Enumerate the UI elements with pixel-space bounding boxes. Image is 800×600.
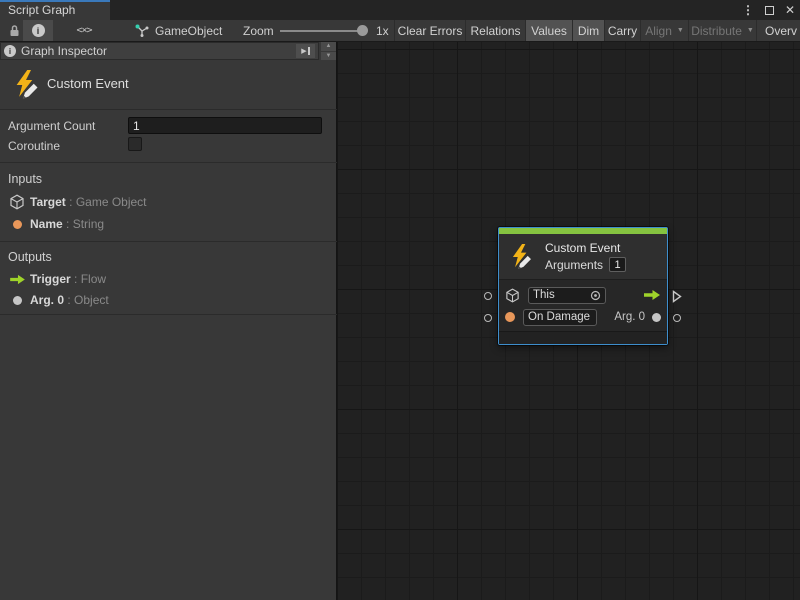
- output-port-arg0: Arg. 0 : Object: [0, 291, 337, 309]
- flow-arrow-icon: [9, 274, 26, 285]
- unit-settings-section: Argument Count Coroutine: [0, 110, 337, 163]
- object-picker-icon[interactable]: [590, 290, 601, 301]
- code-icon: <×>: [76, 25, 91, 36]
- window-controls: ⋮ ✕: [742, 0, 795, 20]
- event-name-field[interactable]: On Damage: [523, 309, 597, 326]
- lock-button[interactable]: [5, 20, 23, 41]
- node-title: Custom Event: [545, 241, 626, 255]
- node-footer: [499, 331, 667, 344]
- input-port-target: Target : Game Object: [0, 193, 337, 211]
- trigger-output-connector[interactable]: [672, 290, 682, 303]
- gameobject-icon: [135, 23, 149, 38]
- custom-event-icon: [508, 243, 534, 271]
- lock-icon: [8, 24, 21, 38]
- argument-count-label: Argument Count: [8, 119, 95, 133]
- scroll-up-button[interactable]: ▲: [321, 42, 336, 51]
- tab-bar: Script Graph ⋮ ✕: [0, 0, 800, 20]
- string-port-icon: [13, 220, 22, 229]
- script-graph-window: Script Graph ⋮ ✕ i <×>: [0, 0, 800, 600]
- arg0-port-icon: [652, 313, 661, 322]
- arg0-label: Arg. 0: [614, 311, 645, 323]
- node-header[interactable]: Custom Event Arguments 1: [499, 234, 667, 279]
- relations-button[interactable]: Relations: [465, 20, 525, 41]
- custom-event-icon: [11, 69, 41, 101]
- align-dropdown-button[interactable]: Align ▼: [640, 20, 688, 41]
- close-icon[interactable]: ✕: [785, 4, 795, 16]
- string-port-icon: [505, 312, 515, 322]
- input-port-target-connector[interactable]: [484, 292, 492, 300]
- arguments-value-box[interactable]: 1: [609, 257, 626, 272]
- values-toggle-button[interactable]: Values: [525, 20, 572, 41]
- outputs-section: Outputs Trigger : Flow Arg. 0 : Object: [0, 242, 337, 315]
- output-port-trigger: Trigger : Flow: [0, 270, 337, 288]
- inspector-header: i Graph Inspector ▶: [0, 42, 319, 60]
- scroll-down-button[interactable]: ▼: [321, 52, 336, 61]
- clear-errors-button[interactable]: Clear Errors: [394, 20, 465, 41]
- target-field[interactable]: This: [528, 287, 606, 304]
- unit-header-section: Custom Event: [0, 60, 337, 110]
- gameobject-reference[interactable]: GameObject: [133, 20, 224, 41]
- inputs-title: Inputs: [8, 172, 42, 186]
- coroutine-checkbox[interactable]: [128, 137, 142, 151]
- chevron-down-icon: ▼: [747, 27, 754, 34]
- node-body: This On Damage: [499, 279, 667, 331]
- node-row-target: This: [505, 284, 661, 306]
- dock-panel-button[interactable]: ▶: [296, 44, 315, 58]
- graph-canvas[interactable]: Custom Event Arguments 1 This: [337, 42, 800, 600]
- zoom-slider-handle[interactable]: [357, 25, 368, 36]
- info-icon: i: [4, 45, 16, 57]
- arg0-output-connector[interactable]: [673, 314, 681, 322]
- chevron-down-icon: ▼: [677, 27, 684, 34]
- custom-event-node[interactable]: Custom Event Arguments 1 This: [498, 227, 668, 345]
- tab-label: Script Graph: [8, 3, 75, 17]
- code-preview-button[interactable]: <×>: [70, 20, 98, 41]
- overview-button[interactable]: Overv: [756, 20, 800, 41]
- trigger-flow-arrow-icon: [643, 289, 661, 301]
- graph-toolbar: i <×> GameObject Zoom 1x Clear Errors Re…: [0, 20, 800, 42]
- inspector-title: Graph Inspector: [21, 44, 296, 58]
- distribute-dropdown-button[interactable]: Distribute ▼: [688, 20, 756, 41]
- arguments-label: Arguments: [545, 258, 603, 272]
- object-port-icon: [13, 296, 22, 305]
- dim-toggle-button[interactable]: Dim: [572, 20, 604, 41]
- info-icon: i: [32, 24, 45, 37]
- zoom-label: Zoom: [243, 20, 274, 41]
- zoom-value: 1x: [376, 20, 389, 41]
- maximize-icon[interactable]: [765, 6, 774, 15]
- inspector-toggle-button[interactable]: i: [23, 20, 53, 41]
- zoom-slider-track[interactable]: [280, 30, 366, 32]
- game-object-cube-icon: [9, 194, 25, 210]
- gameobject-label: GameObject: [155, 24, 222, 38]
- window-menu-icon[interactable]: ⋮: [742, 4, 754, 16]
- coroutine-label: Coroutine: [8, 139, 60, 153]
- input-port-name: Name : String: [0, 215, 337, 233]
- outputs-title: Outputs: [8, 250, 52, 264]
- dock-icon: ▶: [301, 48, 306, 55]
- inputs-section: Inputs Target : Game Object Name : Strin…: [0, 163, 337, 242]
- unit-title: Custom Event: [47, 76, 129, 91]
- tab-script-graph[interactable]: Script Graph: [0, 0, 110, 20]
- argument-count-input[interactable]: [128, 117, 322, 134]
- input-port-name-connector[interactable]: [484, 314, 492, 322]
- game-object-cube-icon: [505, 288, 520, 303]
- node-row-name: On Damage Arg. 0: [505, 306, 661, 328]
- inspector-scroll-buttons: ▲ ▼: [321, 42, 336, 60]
- graph-inspector-panel: i Graph Inspector ▶ ▲ ▼ Custom Event Arg…: [0, 42, 337, 600]
- carry-toggle-button[interactable]: Carry: [604, 20, 640, 41]
